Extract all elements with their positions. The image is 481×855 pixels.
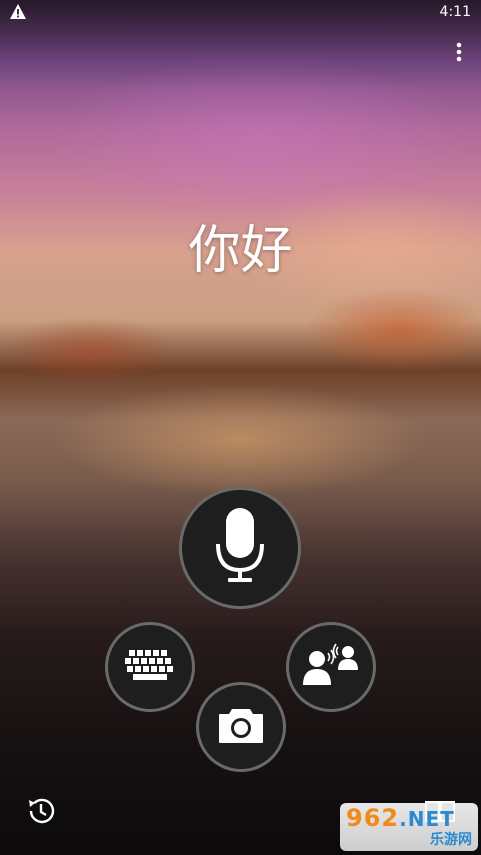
conversation-button[interactable] <box>286 622 376 712</box>
watermark-domain: .NET <box>399 807 455 831</box>
conversation-icon <box>301 643 361 691</box>
status-time: 4:11 <box>439 4 471 20</box>
watermark-text: 乐游网 <box>430 832 472 848</box>
history-button[interactable] <box>22 794 60 832</box>
status-bar: 4:11 <box>0 0 481 24</box>
microphone-icon <box>212 506 268 590</box>
translated-phrase: 你好 <box>188 221 293 281</box>
watermark-number: 962 <box>346 804 400 832</box>
camera-icon <box>218 706 264 748</box>
microphone-button[interactable] <box>179 487 301 609</box>
history-icon <box>25 795 57 831</box>
keyboard-button[interactable] <box>105 622 195 712</box>
more-vert-icon <box>456 42 462 66</box>
camera-button[interactable] <box>196 682 286 772</box>
warning-icon <box>9 3 27 21</box>
more-options-button[interactable] <box>445 40 473 68</box>
keyboard-icon <box>125 648 175 686</box>
site-watermark-logo: 962.NET 乐游网 <box>340 803 478 851</box>
